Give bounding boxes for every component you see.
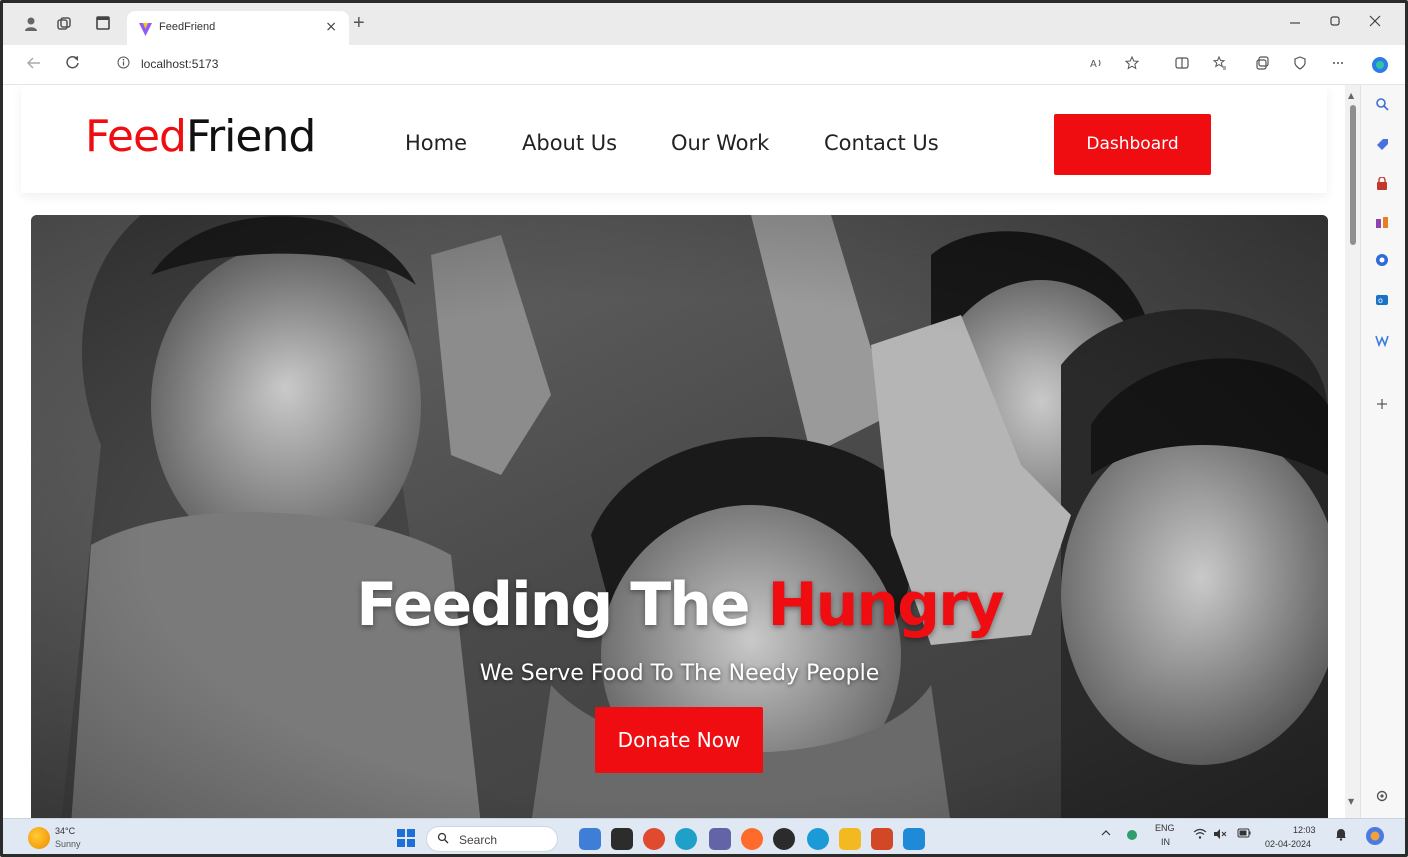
sidebar-games-icon[interactable] [1373, 215, 1391, 233]
taskbar-firefox-icon[interactable] [741, 828, 763, 850]
site-info-icon[interactable] [117, 56, 130, 72]
hero-subtitle: We Serve Food To The Needy People [479, 661, 880, 686]
favorite-star-icon[interactable] [1123, 55, 1141, 74]
hero-title-white: Feeding The [356, 570, 768, 640]
nav-our-work[interactable]: Our Work [671, 131, 769, 155]
profile-icon[interactable] [23, 16, 39, 32]
hero-title: Feeding The Hungry [31, 570, 1328, 640]
split-screen-icon[interactable] [1173, 56, 1191, 74]
taskbar-file-explorer-icon[interactable] [839, 828, 861, 850]
tab-close-icon[interactable]: × [325, 19, 337, 35]
read-aloud-icon[interactable]: A [1087, 56, 1105, 74]
site-logo[interactable]: FeedFriend [85, 111, 316, 162]
browser-tab-strip: FeedFriend × + [3, 3, 1405, 45]
notification-bell-icon[interactable] [1335, 828, 1347, 844]
svg-text:o: o [1378, 296, 1383, 305]
sidebar-outlook-icon[interactable]: o [1373, 293, 1391, 311]
weather-sun-icon[interactable] [28, 827, 50, 849]
sidebar-settings-icon[interactable] [1373, 789, 1391, 807]
workspaces-icon[interactable] [56, 16, 72, 32]
taskbar-task-view-icon[interactable] [611, 828, 633, 850]
donate-now-button[interactable]: Donate Now [595, 707, 763, 773]
page-viewport: FeedFriend Home About Us Our Work Contac… [3, 85, 1345, 818]
copilot-icon[interactable] [1371, 56, 1389, 78]
browser-toolbar: localhost:5173 A [3, 45, 1405, 85]
copilot-taskbar-icon[interactable] [1365, 826, 1385, 849]
nav-home[interactable]: Home [405, 131, 467, 155]
taskbar-vscode-icon[interactable] [903, 828, 925, 850]
sidebar-add-icon[interactable] [1373, 397, 1391, 415]
site-navbar: FeedFriend Home About Us Our Work Contac… [21, 85, 1327, 193]
clock-time[interactable]: 12:03 [1293, 825, 1316, 835]
browser-essentials-icon[interactable] [1291, 56, 1309, 74]
wifi-icon[interactable] [1193, 828, 1207, 843]
taskbar-search-label: Search [459, 833, 498, 847]
window-frame: FeedFriend × + localhost:5173 A FeedFrie… [0, 0, 1408, 857]
browser-tab-active[interactable]: FeedFriend × [127, 11, 349, 45]
sidebar-shopping-icon[interactable] [1373, 176, 1391, 195]
taskbar-terminal-icon[interactable] [773, 828, 795, 850]
scroll-down-icon[interactable]: ▼ [1348, 797, 1354, 806]
tray-language[interactable]: ENG [1155, 823, 1175, 833]
dashboard-button[interactable]: Dashboard [1054, 114, 1211, 175]
taskbar-powerpoint-icon[interactable] [871, 828, 893, 850]
taskbar-app-icon[interactable] [807, 828, 829, 850]
battery-icon[interactable] [1237, 828, 1251, 841]
nav-contact-us[interactable]: Contact Us [824, 131, 939, 155]
scroll-up-icon[interactable]: ▲ [1348, 91, 1354, 100]
windows-start-icon[interactable] [395, 828, 417, 850]
taskbar-widget-icon[interactable] [579, 828, 601, 850]
tray-region[interactable]: IN [1161, 837, 1170, 847]
sidebar-office-icon[interactable] [1373, 253, 1391, 271]
taskbar-edge-icon[interactable] [675, 828, 697, 850]
weather-condition[interactable]: Sunny [55, 839, 81, 849]
vite-favicon-icon [139, 21, 152, 36]
restore-icon[interactable] [1329, 14, 1341, 31]
logo-feed: Feed [85, 111, 187, 162]
taskbar-search-icon [437, 832, 449, 847]
back-icon[interactable] [26, 55, 41, 74]
volume-muted-icon[interactable] [1213, 828, 1227, 843]
taskbar-teams-icon[interactable] [709, 828, 731, 850]
tray-network-app-icon[interactable] [1125, 828, 1139, 845]
svg-text:A: A [1090, 59, 1097, 70]
tab-actions-icon[interactable] [95, 16, 111, 32]
clock-date[interactable]: 02-04-2024 [1265, 839, 1311, 849]
hero-banner: Feeding The Hungry We Serve Food To The … [31, 215, 1328, 818]
collections-icon[interactable] [1253, 56, 1271, 74]
windows-taskbar: 34°C Sunny Search ENG IN 12:03 02-04-202… [3, 818, 1405, 854]
logo-friend: Friend [185, 111, 316, 162]
tray-overflow-icon[interactable] [1101, 828, 1111, 841]
minimize-icon[interactable] [1289, 14, 1301, 31]
hero-title-red: Hungry [767, 570, 1004, 640]
edge-sidebar: o [1360, 85, 1405, 818]
close-window-icon[interactable] [1369, 14, 1381, 31]
new-tab-button[interactable]: + [353, 12, 365, 35]
weather-temperature[interactable]: 34°C [55, 826, 75, 836]
sidebar-tag-icon[interactable] [1373, 137, 1391, 155]
address-bar[interactable]: localhost:5173 [101, 52, 1301, 78]
scroll-thumb[interactable] [1350, 105, 1356, 245]
url-text: localhost:5173 [141, 57, 219, 71]
taskbar-search[interactable]: Search [426, 826, 558, 852]
more-options-icon[interactable] [1329, 56, 1347, 74]
sidebar-search-icon[interactable] [1373, 97, 1391, 115]
nav-about-us[interactable]: About Us [522, 131, 617, 155]
tab-title: FeedFriend [159, 21, 216, 33]
page-scrollbar[interactable]: ▲ ▼ [1345, 85, 1360, 818]
refresh-icon[interactable] [65, 55, 80, 74]
favorites-icon[interactable] [1211, 55, 1229, 74]
sidebar-w-icon[interactable] [1373, 333, 1391, 351]
taskbar-chrome-icon[interactable] [643, 828, 665, 850]
